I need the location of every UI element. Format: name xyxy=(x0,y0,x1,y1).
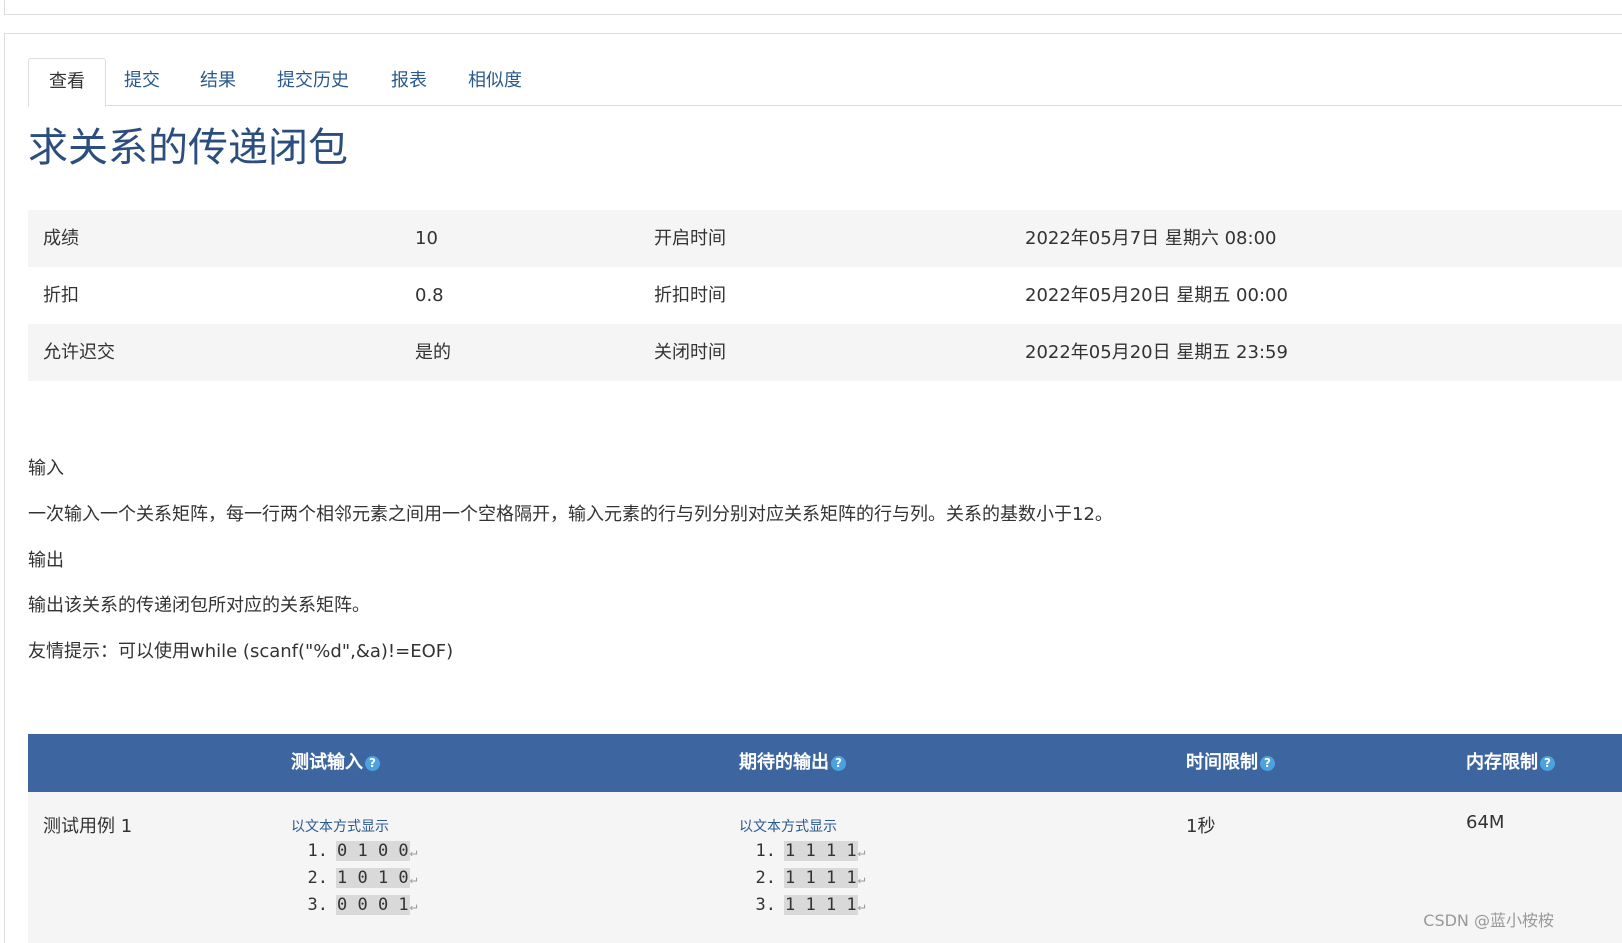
code-line: 1. 0 1 0 0↵ xyxy=(307,841,418,861)
help-icon[interactable]: ? xyxy=(1540,755,1555,771)
return-icon: ↵ xyxy=(857,845,866,860)
input-description: 一次输入一个关系矩阵，每一行两个相邻元素之间用一个空格隔开，输入元素的行与列分别… xyxy=(28,504,1113,525)
return-icon: ↵ xyxy=(857,899,866,914)
tab-view[interactable]: 查看 xyxy=(28,58,106,107)
code-line: 2. 1 0 1 0↵ xyxy=(307,868,418,888)
tab-submit[interactable]: 提交 xyxy=(104,58,180,106)
expected-output-code: 1. 1 1 1 1↵ 2. 1 1 1 1↵ 3. 1 1 1 1↵ xyxy=(739,838,865,919)
time-limit-value: 1秒 xyxy=(1186,816,1216,837)
info-row-discount: 折扣 0.8 折扣时间 2022年05月20日 星期五 00:00 xyxy=(28,267,1622,324)
testcase-table-header: 测试输入? 期待的输出? 时间限制? 内存限制? xyxy=(28,734,1622,792)
page-title: 求关系的传递闭包 xyxy=(28,125,348,171)
info-value: 2022年05月7日 星期六 08:00 xyxy=(1025,228,1277,249)
header-label: 期待的输出 xyxy=(739,752,829,773)
input-heading: 输入 xyxy=(28,458,64,479)
info-label: 开启时间 xyxy=(654,228,726,249)
header-time-limit: 时间限制? xyxy=(1186,734,1275,792)
info-label: 折扣 xyxy=(43,285,79,306)
header-label: 时间限制 xyxy=(1186,752,1258,773)
show-as-text-link-input[interactable]: 以文本方式显示 xyxy=(291,816,389,836)
tab-similarity[interactable]: 相似度 xyxy=(448,58,542,106)
tab-submission-history[interactable]: 提交历史 xyxy=(257,58,369,106)
tab-bar: 查看 提交 结果 提交历史 报表 相似度 xyxy=(28,58,1622,107)
header-test-input: 测试输入? xyxy=(291,734,380,792)
info-label: 折扣时间 xyxy=(654,285,726,306)
info-label: 成绩 xyxy=(43,228,79,249)
header-label: 测试输入 xyxy=(291,752,363,773)
code-line: 1. 1 1 1 1↵ xyxy=(755,841,866,861)
test-input-code: 1. 0 1 0 0↵ 2. 1 0 1 0↵ 3. 0 0 0 1↵ xyxy=(291,838,417,919)
info-value: 10 xyxy=(415,228,438,249)
info-value: 是的 xyxy=(415,342,451,363)
info-row-grade: 成绩 10 开启时间 2022年05月7日 星期六 08:00 xyxy=(28,210,1622,267)
info-value: 2022年05月20日 星期五 23:59 xyxy=(1025,342,1288,363)
info-value: 2022年05月20日 星期五 00:00 xyxy=(1025,285,1288,306)
assignment-info-table: 成绩 10 开启时间 2022年05月7日 星期六 08:00 折扣 0.8 折… xyxy=(28,210,1622,381)
header-label: 内存限制 xyxy=(1466,752,1538,773)
tab-results[interactable]: 结果 xyxy=(180,58,256,106)
return-icon: ↵ xyxy=(409,899,418,914)
output-heading: 输出 xyxy=(28,550,64,571)
return-icon: ↵ xyxy=(409,845,418,860)
header-expected-output: 期待的输出? xyxy=(739,734,846,792)
header-memory-limit: 内存限制? xyxy=(1466,734,1555,792)
watermark: CSDN @蓝小桉桉 xyxy=(1423,911,1554,930)
testcase-row: 测试用例 1 以文本方式显示 1. 0 1 0 0↵ 2. 1 0 1 0↵ 3. 0… xyxy=(28,792,1622,943)
info-row-late-submission: 允许迟交 是的 关闭时间 2022年05月20日 星期五 23:59 xyxy=(28,324,1622,381)
help-icon[interactable]: ? xyxy=(831,755,846,771)
testcase-name: 测试用例 1 xyxy=(43,816,133,837)
memory-limit-value: 64M xyxy=(1466,812,1505,833)
top-bar xyxy=(4,0,1622,15)
code-line: 2. 1 1 1 1↵ xyxy=(755,868,866,888)
code-line: 3. 1 1 1 1↵ xyxy=(755,895,866,915)
show-as-text-link-output[interactable]: 以文本方式显示 xyxy=(739,816,837,836)
tab-report[interactable]: 报表 xyxy=(371,58,447,106)
info-label: 关闭时间 xyxy=(654,342,726,363)
code-line: 3. 0 0 0 1↵ xyxy=(307,895,418,915)
return-icon: ↵ xyxy=(857,872,866,887)
help-icon[interactable]: ? xyxy=(1260,755,1275,771)
info-value: 0.8 xyxy=(415,285,444,306)
output-description: 输出该关系的传递闭包所对应的关系矩阵。 xyxy=(28,595,370,616)
hint-text: 友情提示：可以使用while (scanf("%d",&a)!=EOF) xyxy=(28,641,454,662)
help-icon[interactable]: ? xyxy=(365,755,380,771)
return-icon: ↵ xyxy=(409,872,418,887)
info-label: 允许迟交 xyxy=(43,342,115,363)
